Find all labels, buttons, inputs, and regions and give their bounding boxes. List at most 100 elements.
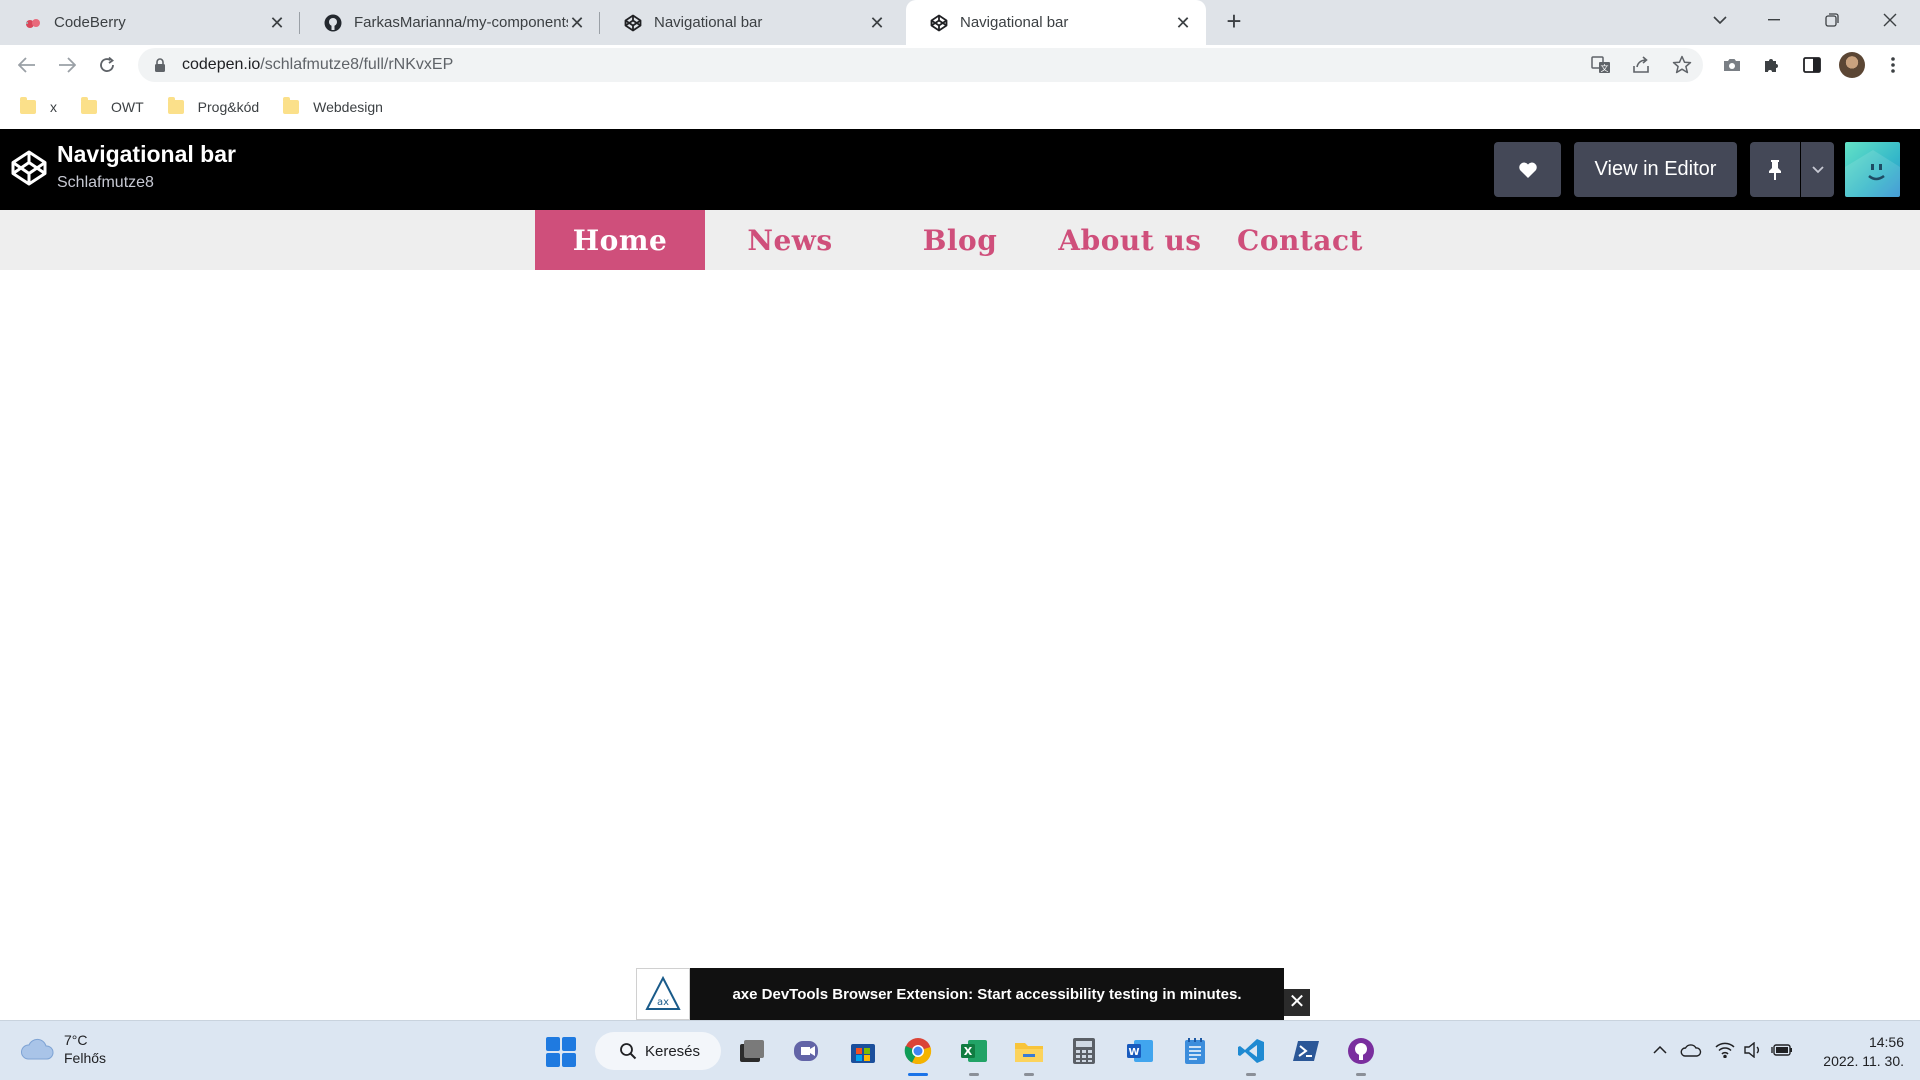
taskbar-clock[interactable]: 14:56 2022. 11. 30.: [1804, 1033, 1904, 1071]
nav-item-home[interactable]: Home: [535, 210, 705, 270]
translate-icon[interactable]: 文: [1587, 51, 1615, 79]
bookmarks-bar: x OWT Prog&kód Webdesign: [0, 85, 1920, 129]
profile-avatar[interactable]: [1838, 51, 1866, 79]
microsoft-store-icon[interactable]: [847, 1035, 879, 1067]
nav-item-news[interactable]: News: [705, 210, 875, 270]
codepen-icon: [624, 14, 642, 32]
vscode-icon[interactable]: [1235, 1035, 1267, 1076]
close-icon[interactable]: ✕: [568, 14, 586, 32]
pen-title: Navigational bar: [57, 141, 236, 167]
weather-widget[interactable]: 7°C Felhős: [20, 1031, 106, 1067]
tab-github[interactable]: FarkasMarianna/my-components ✕: [300, 0, 600, 45]
nav-item-blog[interactable]: Blog: [875, 210, 1045, 270]
tab-navigational-bar[interactable]: Navigational bar ✕: [600, 0, 900, 45]
pin-button[interactable]: [1750, 142, 1800, 197]
svg-text:W: W: [1128, 1047, 1139, 1058]
folder-icon: [167, 97, 184, 114]
tab-search-chevron-icon[interactable]: [1700, 0, 1740, 40]
folder-icon: [81, 97, 97, 114]
minimize-icon[interactable]: [1754, 0, 1794, 40]
weather-description: Felhős: [64, 1050, 107, 1066]
pen-navigation-bar: Home News Blog About us Contact: [0, 210, 1920, 270]
nav-item-about-us[interactable]: About us: [1045, 210, 1215, 270]
pin-dropdown-button[interactable]: [1801, 142, 1834, 197]
chevron-up-icon[interactable]: [1649, 1039, 1671, 1061]
weather-temperature: 7°C: [64, 1032, 88, 1048]
folder-icon: [20, 97, 36, 114]
svg-text:ax: ax: [657, 997, 669, 1008]
bookmark-label: Prog&kód: [197, 99, 260, 115]
volume-icon[interactable]: [1742, 1039, 1764, 1061]
battery-icon[interactable]: [1771, 1039, 1793, 1061]
github-icon: [324, 14, 342, 32]
axe-logo-icon: ax: [636, 968, 690, 1020]
chrome-icon[interactable]: [902, 1035, 934, 1076]
axe-devtools-banner[interactable]: ax axe DevTools Browser Extension: Start…: [636, 968, 1284, 1020]
tab-navigational-bar-active[interactable]: Navigational bar ✕: [906, 0, 1206, 45]
browser-toolbar: codepen.io/schlafmutze8/full/rNKvxEP 文: [0, 45, 1920, 85]
wifi-icon[interactable]: [1714, 1039, 1736, 1061]
star-icon[interactable]: [1668, 51, 1696, 79]
pin-icon: [1769, 159, 1781, 180]
close-icon[interactable]: ✕: [268, 14, 286, 32]
share-icon[interactable]: [1628, 51, 1656, 79]
camera-icon[interactable]: [1718, 51, 1746, 79]
bookmark-folder[interactable]: Webdesign: [283, 97, 383, 115]
back-arrow-icon[interactable]: [13, 51, 41, 79]
bookmark-folder[interactable]: x: [20, 97, 57, 115]
bookmark-folder[interactable]: Prog&kód: [167, 97, 260, 115]
svg-text:文: 文: [1601, 63, 1609, 73]
notepad-icon[interactable]: [1179, 1035, 1211, 1067]
windows-start-icon[interactable]: [546, 1037, 576, 1067]
pen-author[interactable]: Schlafmutze8: [57, 174, 154, 192]
codepen-logo-icon[interactable]: [10, 149, 48, 187]
codeberry-icon: [24, 14, 42, 32]
restore-icon[interactable]: [1812, 0, 1852, 40]
close-icon[interactable]: ✕: [868, 14, 886, 32]
user-avatar[interactable]: [1845, 142, 1900, 197]
windows-taskbar: 7°C Felhős Keresés X W 14:56 2022. 11. 3…: [0, 1020, 1920, 1080]
chevron-down-icon: [1811, 165, 1824, 173]
browser-tab-strip: CodeBerry ✕ FarkasMarianna/my-components…: [0, 0, 1920, 45]
github-desktop-icon[interactable]: [1345, 1035, 1377, 1076]
cloud-icon: [21, 1038, 54, 1060]
task-view-icon[interactable]: [736, 1035, 768, 1067]
view-in-editor-button[interactable]: View in Editor: [1574, 142, 1737, 197]
folder-icon: [283, 97, 300, 114]
new-tab-button[interactable]: +: [1220, 8, 1248, 36]
taskbar-search[interactable]: Keresés: [595, 1032, 721, 1070]
bookmark-label: OWT: [111, 99, 144, 115]
extensions-puzzle-icon[interactable]: [1758, 51, 1786, 79]
lock-icon[interactable]: [152, 57, 168, 73]
teams-icon[interactable]: [791, 1035, 823, 1067]
address-bar[interactable]: codepen.io/schlafmutze8/full/rNKvxEP: [138, 48, 1703, 82]
excel-icon[interactable]: X: [958, 1035, 990, 1076]
close-icon[interactable]: ✕: [1284, 989, 1310, 1016]
file-explorer-icon[interactable]: [1013, 1035, 1045, 1076]
tab-title: FarkasMarianna/my-components: [354, 14, 568, 31]
tab-title: Navigational bar: [654, 14, 763, 31]
url-host: codepen.io: [182, 56, 261, 73]
tab-title: Navigational bar: [960, 14, 1069, 31]
love-button[interactable]: [1494, 142, 1561, 197]
bookmark-folder[interactable]: OWT: [81, 97, 144, 115]
browser-menu-icon[interactable]: [1879, 51, 1907, 79]
svg-text:X: X: [964, 1045, 973, 1058]
search-icon: [620, 1043, 637, 1060]
nav-item-contact[interactable]: Contact: [1215, 210, 1385, 270]
onedrive-cloud-icon[interactable]: [1680, 1039, 1702, 1061]
codepen-header: Navigational bar Schlafmutze8 View in Ed…: [0, 129, 1920, 210]
axe-banner-message[interactable]: axe DevTools Browser Extension: Start ac…: [690, 968, 1284, 1020]
side-panel-icon[interactable]: [1798, 51, 1826, 79]
tab-codeberry[interactable]: CodeBerry ✕: [0, 0, 300, 45]
url-path: /schlafmutze8/full/rNKvxEP: [260, 56, 454, 73]
close-icon[interactable]: ✕: [1174, 14, 1192, 32]
codepen-icon: [930, 14, 948, 32]
word-icon[interactable]: W: [1124, 1035, 1156, 1067]
calculator-icon[interactable]: [1068, 1035, 1100, 1067]
window-close-icon[interactable]: [1870, 0, 1910, 40]
reload-icon[interactable]: [93, 51, 121, 79]
powershell-icon[interactable]: [1290, 1035, 1322, 1067]
search-label: Keresés: [645, 1042, 701, 1060]
forward-arrow-icon[interactable]: [53, 51, 81, 79]
